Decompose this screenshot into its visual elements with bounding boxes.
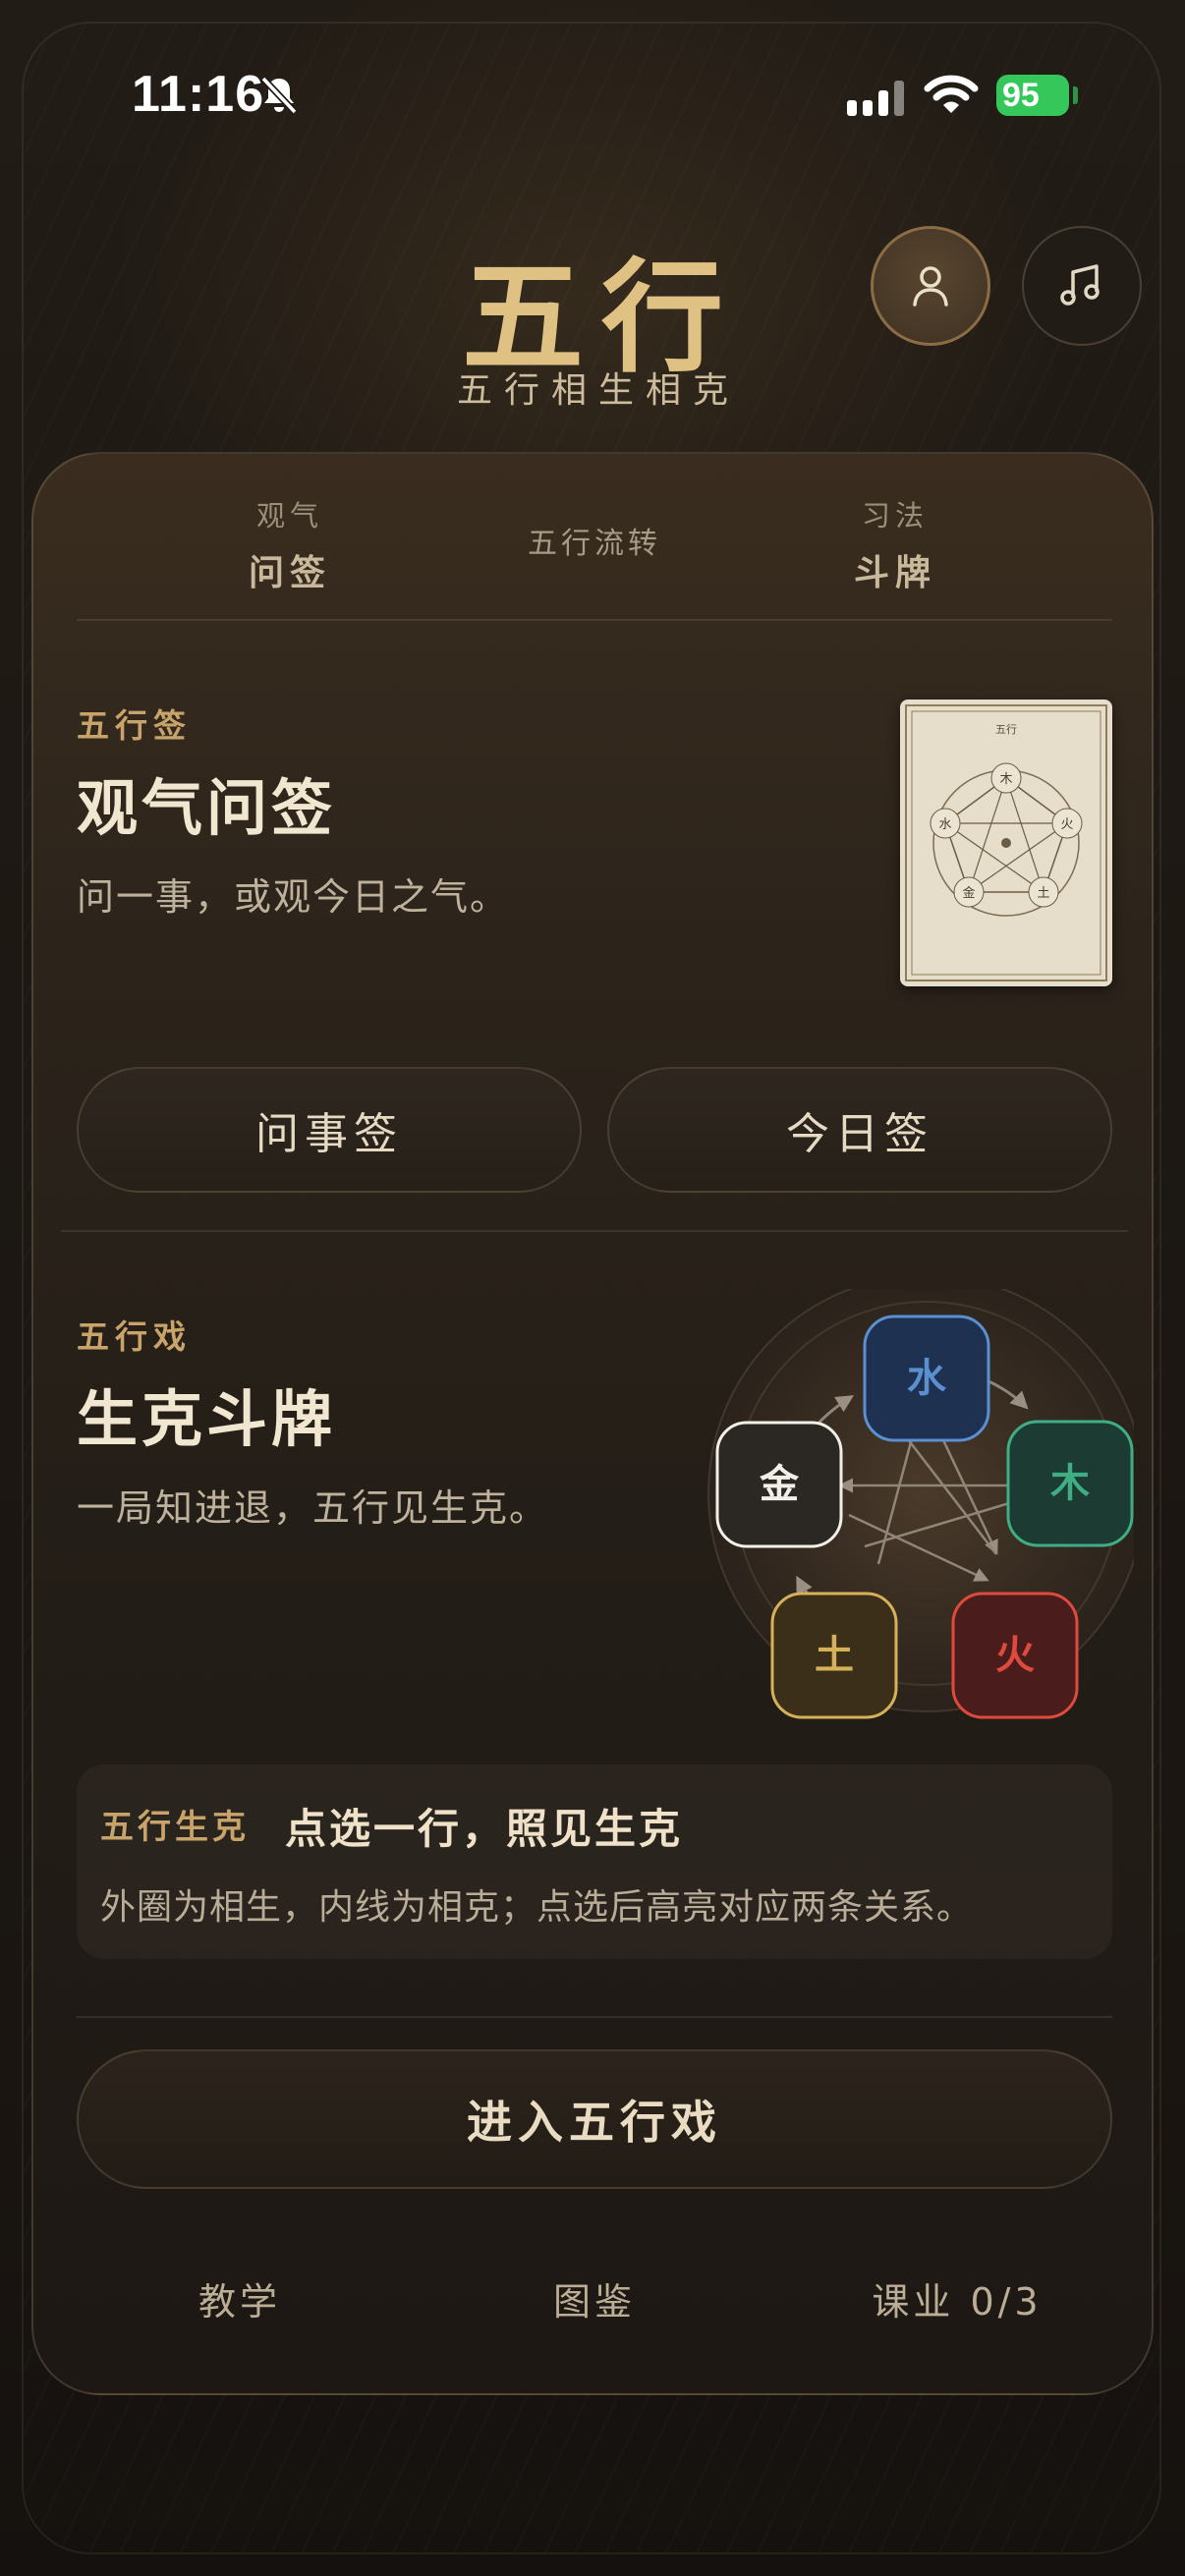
battery-tip (1073, 86, 1078, 104)
qian-title: 观气问签 (77, 772, 337, 844)
card-node: 金 (962, 885, 975, 901)
tab-label: 斗牌 (853, 552, 936, 593)
svg-text:火: 火 (995, 1632, 1035, 1678)
tab-sublabel: 习法 (861, 499, 929, 532)
encyclopedia-link[interactable]: 图鉴 (447, 2271, 742, 2325)
tab-wenqian[interactable]: 观气 问签 (142, 454, 437, 621)
tab-sublabel: 观气 (255, 499, 323, 532)
hint-title: 点选一行，照见生克 (285, 1805, 684, 1853)
card-image-label: 五行 (995, 723, 1017, 736)
element-tile-fire: 火 (951, 1592, 1079, 1719)
main-card: 观气 问签 五行流转 习法 斗牌 五行签 观气问签 问一事，或观今日之气。 五行 (31, 452, 1154, 2395)
tab-label: 五行流转 (528, 527, 661, 561)
tab-bar: 观气 问签 五行流转 习法 斗牌 (33, 454, 1152, 621)
app-subtitle: 五行相生相克 (456, 370, 740, 411)
cellular-signal-icon (847, 81, 908, 120)
music-note-icon (1060, 264, 1100, 306)
qian-description: 问一事，或观今日之气。 (77, 875, 510, 919)
element-tile-metal: 金 (715, 1421, 843, 1548)
element-tile-earth: 土 (770, 1592, 898, 1719)
today-sign-button[interactable]: 今日签 (607, 1067, 1112, 1193)
svg-text:土: 土 (815, 1632, 854, 1678)
card-node: 水 (938, 817, 951, 832)
divider (61, 1230, 1128, 1232)
element-tile-water: 水 (863, 1315, 990, 1442)
status-time: 11:16 (132, 66, 265, 123)
battery-indicator: 95 (996, 75, 1069, 116)
card-node: 土 (1037, 886, 1049, 901)
tutorial-link[interactable]: 教学 (92, 2271, 387, 2325)
card-node: 火 (1060, 817, 1073, 832)
game-eyebrow: 五行戏 (77, 1317, 192, 1356)
game-description: 一局知进退，五行见生克。 (77, 1486, 549, 1530)
bell-slash-icon (257, 73, 301, 120)
homework-link[interactable]: 课业 0/3 (810, 2271, 1104, 2325)
game-title: 生克斗牌 (77, 1383, 337, 1455)
tab-label: 问签 (248, 552, 331, 593)
card-node: 木 (999, 772, 1012, 787)
music-button[interactable] (1022, 226, 1142, 346)
profile-button[interactable] (871, 226, 990, 346)
tab-doupai[interactable]: 习法 斗牌 (748, 454, 1043, 621)
wuxing-card-image[interactable]: 五行 木 火 土 金 水 (900, 700, 1112, 986)
element-tile-wood: 木 (1006, 1420, 1134, 1547)
hint-panel: 五行生克 点选一行，照见生克 外圈为相生，内线为相克；点选后高亮对应两条关系。 (77, 1764, 1112, 1959)
wifi-icon (924, 73, 979, 120)
battery-level: 95 (1002, 77, 1040, 114)
tab-wuxing-liuzhuan[interactable]: 五行流转 (447, 454, 742, 621)
divider (77, 2016, 1112, 2018)
svg-text:木: 木 (1050, 1460, 1090, 1506)
svg-text:金: 金 (759, 1461, 800, 1507)
ask-question-button[interactable]: 问事签 (77, 1067, 582, 1193)
qian-eyebrow: 五行签 (77, 706, 192, 745)
hint-description: 外圈为相生，内线为相克；点选后高亮对应两条关系。 (100, 1887, 974, 1928)
hint-tag: 五行生克 (100, 1808, 250, 1847)
svg-text:水: 水 (907, 1355, 947, 1401)
divider (77, 619, 1112, 621)
app-screen: 11:16 95 五行 五行相生相克 观气 问签 五行流转 习法 斗牌 五行签 … (0, 0, 1185, 2576)
enter-game-button[interactable]: 进入五行戏 (77, 2049, 1112, 2189)
person-icon (913, 266, 948, 307)
wuxing-wheel: 水 木 火 土 金 (662, 1274, 1146, 1761)
